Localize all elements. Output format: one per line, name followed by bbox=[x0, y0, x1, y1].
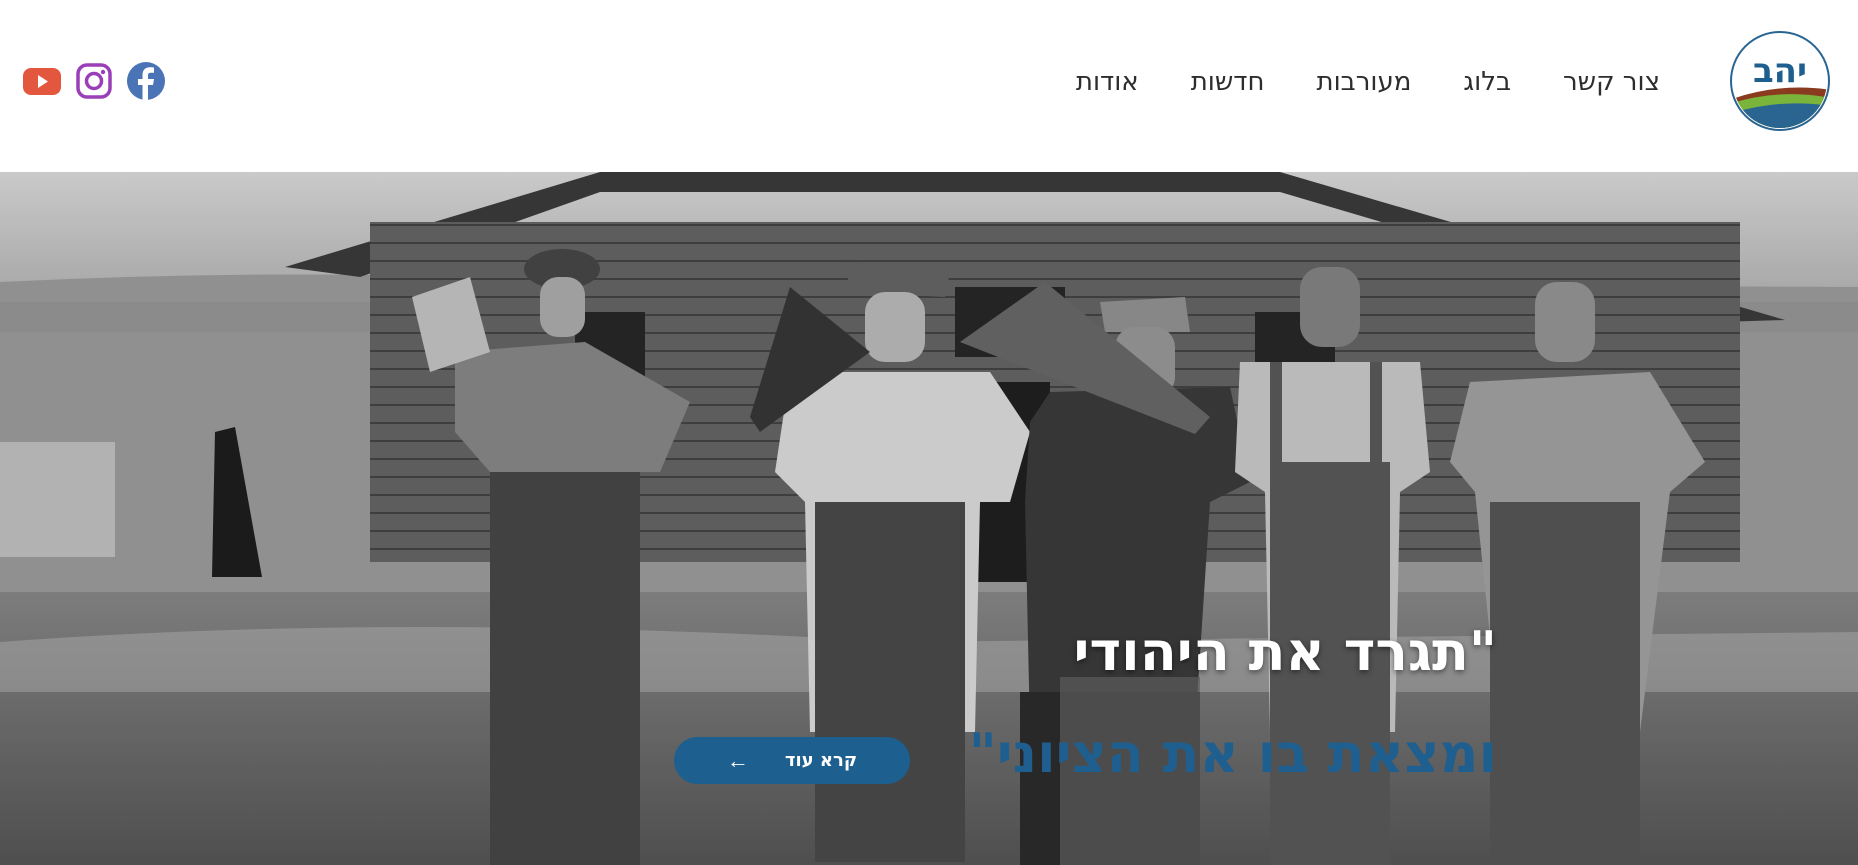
main-nav: אודות חדשות מעורבות בלוג צור קשר bbox=[1076, 62, 1660, 102]
nav-item-about[interactable]: אודות bbox=[1076, 62, 1139, 102]
logo-text: יהב bbox=[1753, 51, 1807, 91]
hero-photo bbox=[0, 172, 1858, 865]
hero-headline-line2: ומצאת בו את הציוני" bbox=[968, 722, 1497, 785]
nav-item-contact[interactable]: צור קשר bbox=[1563, 62, 1660, 102]
instagram-icon[interactable] bbox=[74, 61, 114, 101]
site-header: יהב אודות חדשות מעורבות בלוג צור קשר bbox=[0, 0, 1858, 172]
nav-item-involvement[interactable]: מעורבות bbox=[1316, 62, 1411, 102]
read-more-button[interactable]: ← קרא עוד bbox=[674, 737, 910, 784]
nav-item-news[interactable]: חדשות bbox=[1191, 62, 1265, 102]
site-logo[interactable]: יהב bbox=[1729, 30, 1831, 132]
youtube-icon[interactable] bbox=[22, 61, 62, 101]
read-more-label: קרא עוד bbox=[784, 750, 858, 771]
social-links bbox=[22, 61, 166, 101]
arrow-left-icon: ← bbox=[726, 747, 749, 773]
facebook-icon[interactable] bbox=[126, 61, 166, 101]
nav-item-blog[interactable]: בלוג bbox=[1463, 62, 1511, 102]
hero-headline-line1: "תגרד את היהודי bbox=[1073, 620, 1497, 683]
hero-banner bbox=[0, 172, 1858, 865]
